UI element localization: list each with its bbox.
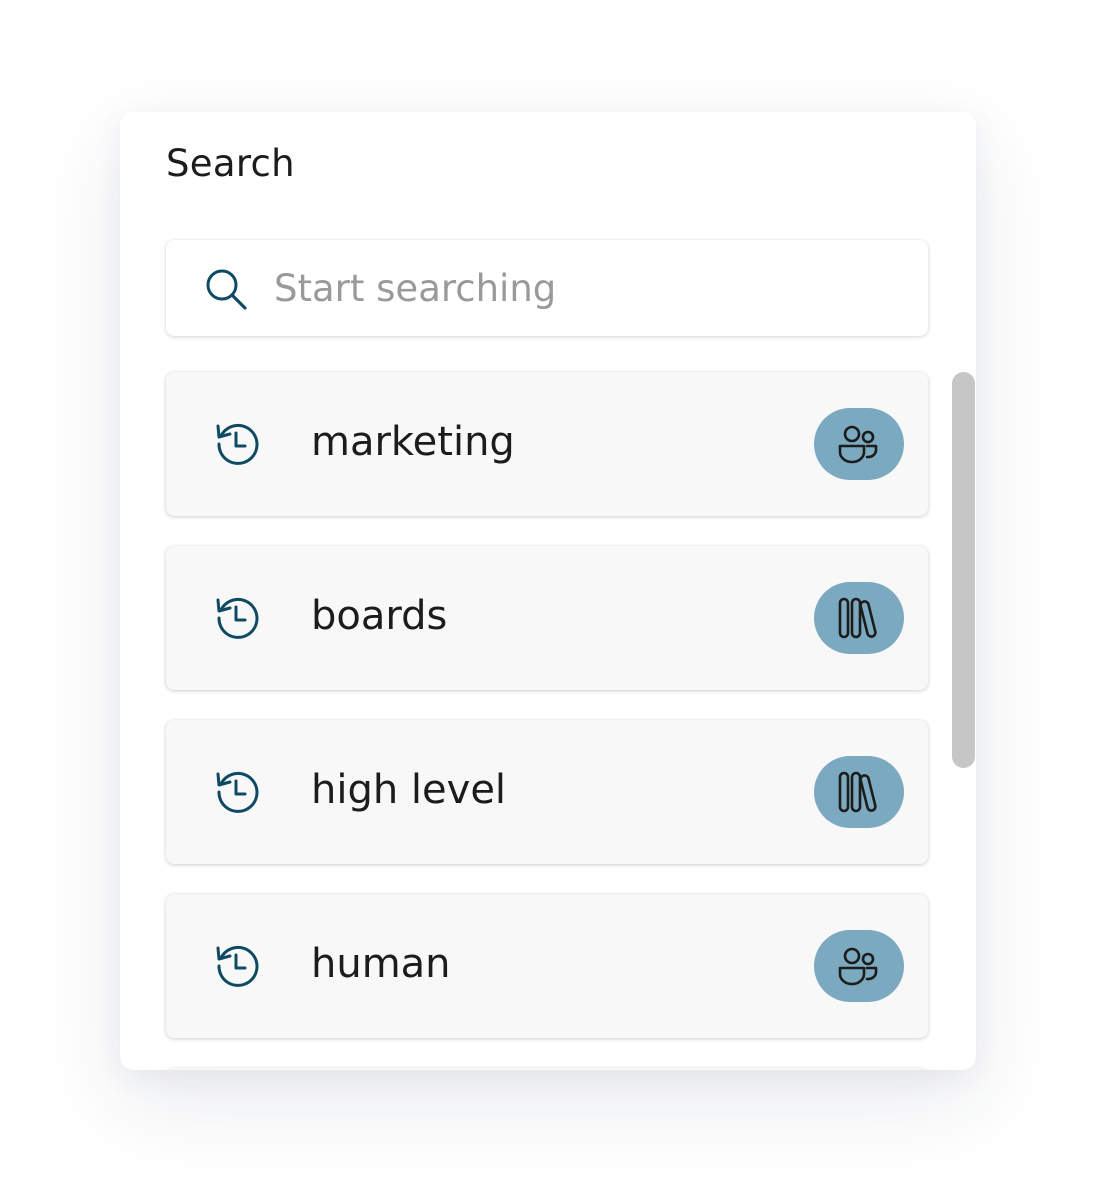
scrollbar-thumb[interactable] <box>952 372 975 768</box>
search-panel: Search marketing <box>120 112 976 1070</box>
clock-history-icon <box>216 945 259 987</box>
list-item-label: marketing <box>311 419 515 465</box>
people-badge <box>814 408 904 480</box>
people-badge <box>814 930 904 1002</box>
library-icon <box>838 771 877 813</box>
list-item-label: high level <box>311 767 507 813</box>
search-input[interactable] <box>274 256 894 320</box>
library-icon <box>838 597 877 639</box>
list-item-label: boards <box>311 593 448 639</box>
list-item-label: human <box>311 941 451 987</box>
panel-title: Search <box>166 142 295 185</box>
search-box[interactable] <box>166 240 928 336</box>
library-badge <box>814 756 904 828</box>
people-icon <box>838 425 878 464</box>
search-icon <box>206 269 247 310</box>
clock-history-icon <box>216 597 259 639</box>
list-item[interactable]: human <box>166 894 928 1038</box>
list-item[interactable] <box>166 1068 928 1070</box>
list-item[interactable]: marketing <box>166 372 928 516</box>
list-item[interactable]: boards <box>166 546 928 690</box>
library-badge <box>814 582 904 654</box>
clock-history-icon <box>216 771 259 813</box>
clock-history-icon <box>216 423 259 465</box>
recent-search-list: marketing boards high level human <box>166 372 928 1070</box>
people-icon <box>838 947 878 986</box>
list-item[interactable]: high level <box>166 720 928 864</box>
